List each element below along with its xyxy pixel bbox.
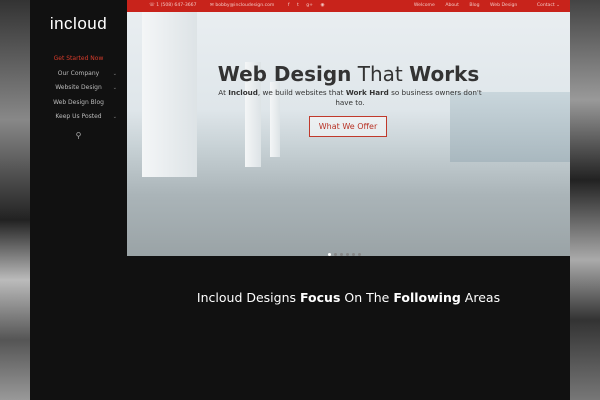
nav-web-design-blog[interactable]: Web Design Blog <box>30 96 127 111</box>
search-icon[interactable]: ⚲ <box>30 131 127 140</box>
slider-dot[interactable] <box>346 253 349 256</box>
hero-slider: Web Design That Works At Incloud, we bui… <box>127 12 570 256</box>
phone-text: 1 (508) 647-3667 <box>156 3 197 8</box>
nav-our-company[interactable]: Our Company ⌄ <box>30 67 127 82</box>
nav-label: Our Company <box>57 69 100 77</box>
section-heading: Incloud Designs Focus On The Following A… <box>196 290 501 305</box>
top-link-web-design[interactable]: Web Design <box>490 3 517 8</box>
nav-label: Keep Us Posted <box>55 113 102 120</box>
email-link[interactable]: ✉ bobby@incloudesign.com <box>210 3 280 8</box>
hero-subtitle: At Incloud, we build websites that Work … <box>218 88 482 107</box>
background-right <box>570 0 600 400</box>
twitter-icon[interactable]: t <box>297 3 299 8</box>
nav-get-started[interactable]: Get Started Now <box>30 52 127 67</box>
top-link-blog[interactable]: Blog <box>469 3 479 8</box>
chevron-down-icon: ⌄ <box>112 70 117 77</box>
nav-keep-us-posted[interactable]: Keep Us Posted ⌄ <box>30 110 127 125</box>
slider-dot[interactable] <box>334 253 337 256</box>
rss-icon[interactable]: ◉ <box>320 3 324 8</box>
facebook-icon[interactable]: f <box>288 3 290 8</box>
top-link-about[interactable]: About <box>445 3 459 8</box>
nav-label: Website Design <box>55 84 102 91</box>
background-left <box>0 0 30 400</box>
slider-dot[interactable] <box>352 253 355 256</box>
what-we-offer-button[interactable]: What We Offer <box>309 116 387 137</box>
nav-label: Get Started Now <box>53 55 104 62</box>
nav-label: Web Design Blog <box>53 98 104 106</box>
sidebar: incloud Get Started Now Our Company ⌄ Web… <box>30 0 127 256</box>
logo[interactable]: incloud <box>30 14 127 34</box>
sidebar-nav: Get Started Now Our Company ⌄ Website Des… <box>30 52 127 125</box>
slider-dot[interactable] <box>340 253 343 256</box>
email-text: bobby@incloudesign.com <box>215 3 275 8</box>
top-bar: ☏ 1 (508) 647-3667 ✉ bobby@incloudesign.… <box>127 0 570 12</box>
hero-title: Web Design That Works <box>217 62 480 86</box>
phone-link[interactable]: ☏ 1 (508) 647-3667 <box>149 3 203 8</box>
top-link-contact[interactable]: Contact ⌄ <box>528 3 560 8</box>
slider-dot[interactable] <box>328 253 331 256</box>
contact-label: Contact <box>536 3 555 8</box>
nav-website-design[interactable]: Website Design ⌄ <box>30 81 127 96</box>
hero-column <box>142 12 197 177</box>
page-container: incloud Get Started Now Our Company ⌄ Web… <box>30 0 570 400</box>
chevron-down-icon: ⌄ <box>112 85 117 91</box>
chevron-down-icon: ⌄ <box>112 114 117 120</box>
slider-dots <box>328 241 364 256</box>
slider-dot[interactable] <box>358 253 361 256</box>
google-plus-icon[interactable]: g+ <box>306 3 313 8</box>
top-link-welcome[interactable]: Welcome <box>414 3 435 8</box>
